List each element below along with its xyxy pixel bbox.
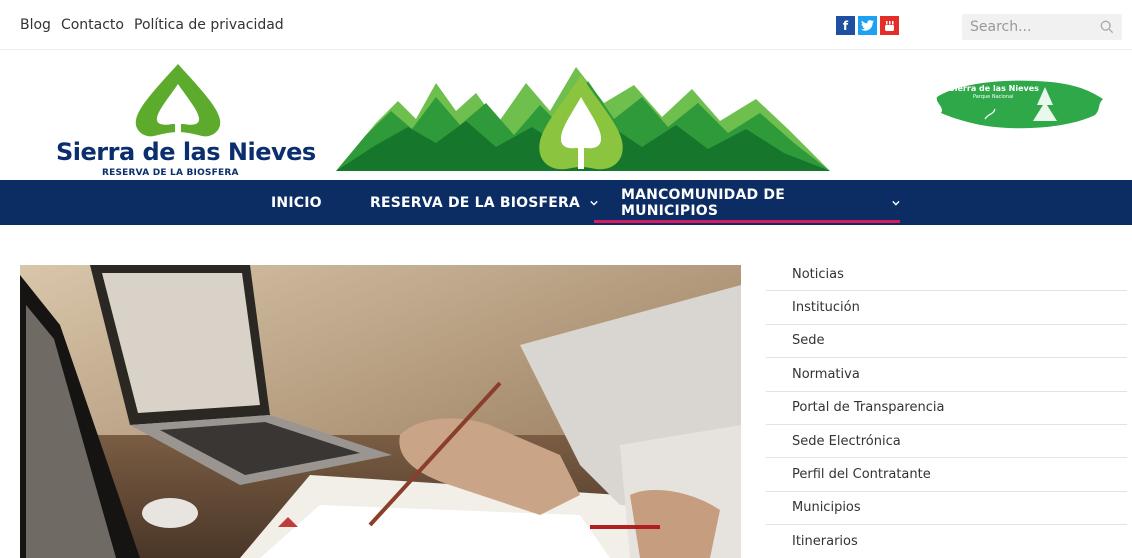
national-park-logo-subtitle: Parque Nacional — [973, 94, 1014, 100]
top-bar: Blog Contacto Política de privacidad f — [0, 0, 1132, 50]
sidebar-item-sede-electronica[interactable]: Sede Electrónica — [766, 425, 1127, 459]
search-input[interactable] — [970, 19, 1092, 35]
nav-item-mancomunidad[interactable]: MANCOMUNIDAD DE MUNICIPIOS — [594, 180, 900, 225]
top-links: Blog Contacto Política de privacidad — [20, 17, 284, 33]
nav-item-label: RESERVA DE LA BIOSFERA — [370, 194, 581, 211]
nav-active-indicator — [594, 220, 900, 223]
top-link-blog[interactable]: Blog — [20, 17, 51, 33]
search-icon[interactable] — [1100, 20, 1114, 34]
social-links: f — [836, 16, 899, 35]
facebook-icon[interactable]: f — [836, 16, 855, 35]
nav-item-label: MANCOMUNIDAD DE MUNICIPIOS — [621, 186, 786, 219]
nav-item-reserva-biosfera[interactable]: RESERVA DE LA BIOSFERA — [370, 180, 598, 225]
sidebar-item-institucion[interactable]: Institución — [766, 291, 1127, 325]
sidebar-item-noticias[interactable]: Noticias — [766, 258, 1127, 292]
featured-image — [20, 265, 741, 558]
nav-item-label: INICIO — [271, 194, 322, 211]
youtube-icon[interactable] — [880, 16, 899, 35]
national-park-logo[interactable]: Sierra de las Nieves Parque Nacional — [935, 75, 1105, 135]
main-nav: INICIO RESERVA DE LA BIOSFERA MANCOMUNID… — [0, 180, 1132, 225]
top-link-contacto[interactable]: Contacto — [61, 17, 124, 33]
site-header: Sierra de las Nieves RESERVA DE LA BIOSF… — [0, 51, 1132, 180]
search-box — [962, 14, 1122, 40]
site-logo-title: Sierra de las Nieves — [56, 138, 316, 166]
top-link-privacy[interactable]: Política de privacidad — [134, 17, 284, 33]
site-logo-subtitle: RESERVA DE LA BIOSFERA — [102, 168, 239, 178]
sidebar-item-itinerarios[interactable]: Itinerarios — [766, 525, 1127, 558]
site-logo[interactable]: Sierra de las Nieves RESERVA DE LA BIOSF… — [54, 62, 316, 182]
national-park-logo-title: Sierra de las Nieves — [949, 84, 1039, 93]
twitter-icon[interactable] — [858, 16, 877, 35]
sidebar-menu: Noticias Institución Sede Normativa Port… — [766, 258, 1127, 558]
sidebar-item-portal-transparencia[interactable]: Portal de Transparencia — [766, 392, 1127, 425]
sidebar-item-normativa[interactable]: Normativa — [766, 358, 1127, 392]
sidebar-item-sede[interactable]: Sede — [766, 325, 1127, 359]
sidebar-item-perfil-contratante[interactable]: Perfil del Contratante — [766, 458, 1127, 492]
nav-item-inicio[interactable]: INICIO — [271, 180, 322, 225]
chevron-down-icon — [892, 200, 900, 206]
mountains-banner-icon — [336, 67, 830, 171]
tree-logo-icon — [135, 64, 221, 137]
sidebar-item-municipios[interactable]: Municipios — [766, 492, 1127, 526]
